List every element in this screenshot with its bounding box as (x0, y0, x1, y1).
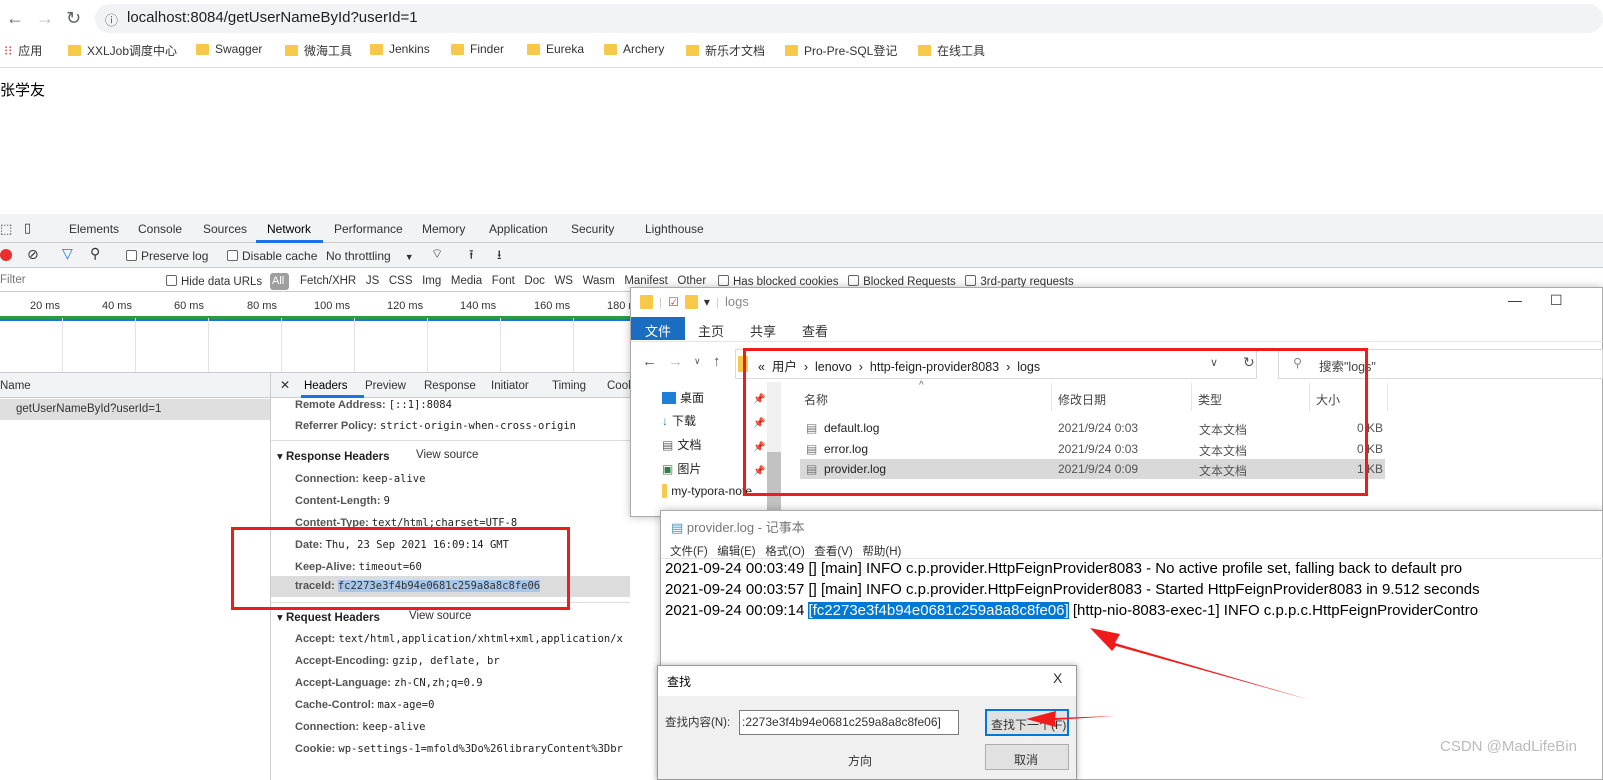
arrow-to-log-line (1090, 628, 1310, 700)
annotation-arrows (1026, 628, 1310, 727)
arrow-to-find-button (1026, 711, 1115, 727)
watermark: CSDN @MadLifeBin (1440, 738, 1577, 755)
